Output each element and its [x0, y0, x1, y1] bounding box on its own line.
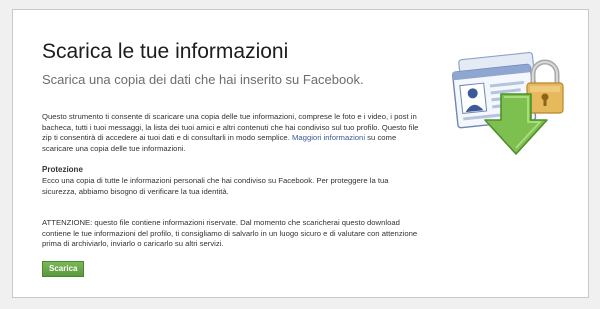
page-title: Scarica le tue informazioni — [42, 40, 289, 63]
lock-icon — [526, 59, 564, 114]
download-info-panel: Scarica le tue informazioni Scarica una … — [12, 9, 589, 298]
intro-paragraph: Questo strumento ti consente di scaricar… — [42, 112, 422, 154]
more-info-link[interactable]: Maggiori informazioni — [292, 133, 365, 142]
protection-text: Ecco una copia di tutte le informazioni … — [42, 176, 389, 196]
warning-text: ATTENZIONE: questo file contiene informa… — [42, 218, 418, 249]
download-illustration — [451, 51, 564, 155]
download-button[interactable]: Scarica — [42, 261, 85, 277]
page-subtitle: Scarica una copia dei dati che hai inser… — [42, 72, 364, 87]
protection-heading: Protezione — [42, 165, 83, 174]
